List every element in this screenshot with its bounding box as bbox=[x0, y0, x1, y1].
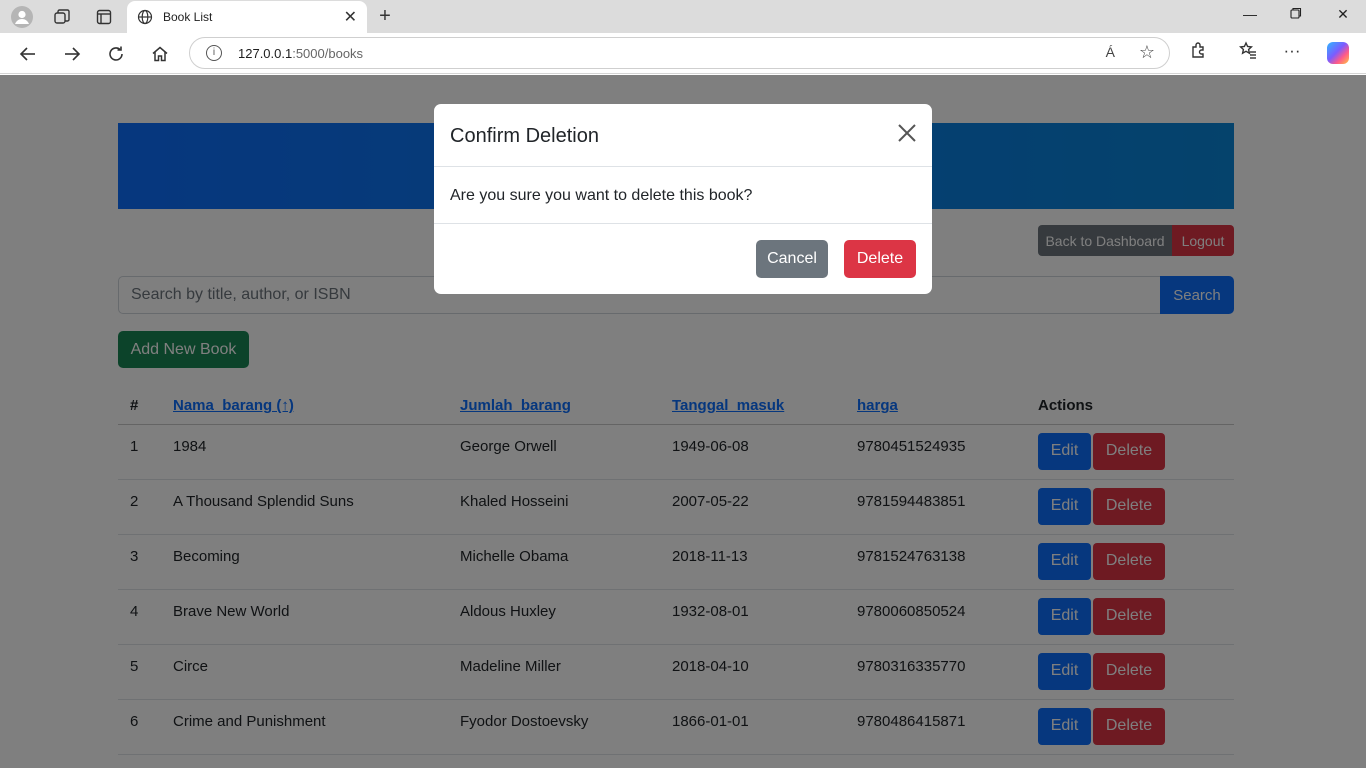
extensions-icon[interactable] bbox=[1186, 41, 1212, 67]
address-bar[interactable]: i 127.0.0.1:5000/books Á ☆ bbox=[189, 37, 1170, 69]
minimize-icon[interactable]: — bbox=[1238, 6, 1262, 22]
modal-message: Are you sure you want to delete this boo… bbox=[450, 187, 753, 204]
page-content: Back to Dashboard Logout Search Add New … bbox=[0, 75, 1366, 768]
read-aloud-icon[interactable]: Á bbox=[1106, 44, 1115, 60]
globe-icon bbox=[137, 9, 153, 25]
cancel-button[interactable]: Cancel bbox=[756, 240, 828, 278]
more-options-icon[interactable]: ··· bbox=[1279, 41, 1305, 67]
browser-tab-bar: Book List ✕ + — ✕ bbox=[0, 0, 1366, 33]
new-tab-icon[interactable]: + bbox=[373, 5, 397, 28]
tab-title: Book List bbox=[163, 10, 213, 24]
back-arrow-icon[interactable] bbox=[15, 41, 41, 67]
close-window-icon[interactable]: ✕ bbox=[1331, 6, 1355, 23]
workspaces-icon[interactable] bbox=[50, 5, 74, 29]
confirm-delete-button[interactable]: Delete bbox=[844, 240, 916, 278]
copilot-icon[interactable] bbox=[1327, 42, 1349, 64]
modal-footer: Cancel Delete bbox=[434, 224, 932, 294]
close-icon[interactable] bbox=[896, 122, 918, 144]
confirm-deletion-modal: Confirm Deletion Are you sure you want t… bbox=[434, 104, 932, 294]
modal-body: Are you sure you want to delete this boo… bbox=[434, 167, 932, 224]
refresh-icon[interactable] bbox=[103, 41, 129, 67]
home-icon[interactable] bbox=[147, 41, 173, 67]
url-text: 127.0.0.1:5000/books bbox=[238, 46, 364, 61]
profile-icon[interactable] bbox=[10, 5, 34, 29]
favorites-icon[interactable] bbox=[1235, 41, 1261, 67]
favorite-star-icon[interactable]: ☆ bbox=[1139, 42, 1155, 63]
browser-tab-book-list[interactable]: Book List ✕ bbox=[127, 1, 367, 33]
modal-title: Confirm Deletion bbox=[450, 125, 599, 147]
browser-toolbar: i 127.0.0.1:5000/books Á ☆ ··· bbox=[0, 33, 1366, 74]
close-tab-icon[interactable]: ✕ bbox=[344, 7, 357, 27]
restore-icon[interactable] bbox=[1284, 6, 1308, 22]
site-info-icon[interactable]: i bbox=[206, 45, 222, 61]
tab-actions-icon[interactable] bbox=[92, 5, 116, 29]
modal-header: Confirm Deletion bbox=[434, 104, 932, 167]
forward-arrow-icon[interactable] bbox=[59, 41, 85, 67]
